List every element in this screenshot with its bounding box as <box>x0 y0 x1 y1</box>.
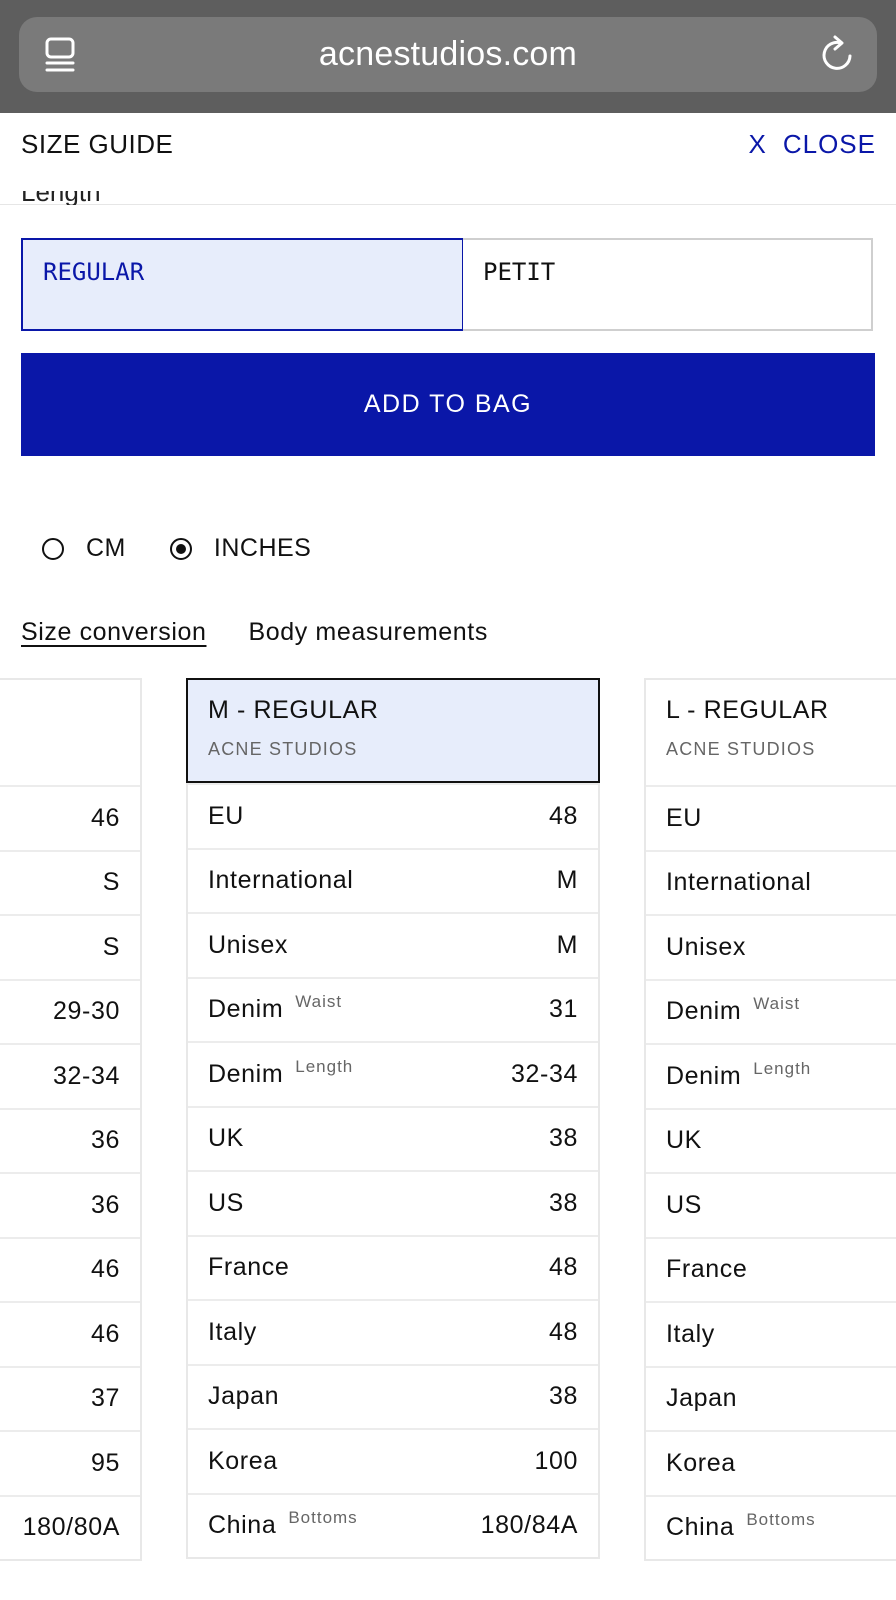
url-text[interactable]: acnestudios.com <box>19 35 877 74</box>
table-row: International M <box>188 847 598 913</box>
length-option-petit[interactable]: PETIT <box>463 238 873 331</box>
close-label[interactable]: CLOSE <box>783 129 876 159</box>
brand-label: ACNE STUDIOS <box>208 739 358 759</box>
table-row: International <box>646 849 896 915</box>
table-row: UK <box>646 1107 896 1173</box>
table-row: S <box>0 914 140 979</box>
size-column-header <box>0 680 140 785</box>
size-guide-tabs: Size conversion Body measurements <box>21 618 530 647</box>
table-row: 180/80A <box>0 1494 140 1560</box>
table-row: China Bottoms <box>646 1494 896 1560</box>
tab-size-conversion[interactable]: Size conversion <box>21 618 206 647</box>
page-title: SIZE GUIDE <box>21 129 174 159</box>
unit-option-cm[interactable]: CM <box>42 534 126 563</box>
close-button[interactable]: X CLOSE <box>749 129 877 160</box>
size-title: L - REGULAR <box>666 696 829 724</box>
length-label: Length <box>21 191 101 205</box>
table-row: Italy 48 <box>188 1299 598 1364</box>
table-row: EU <box>646 785 896 850</box>
table-row: Denim Waist <box>646 978 896 1044</box>
table-row: 36 <box>0 1172 140 1237</box>
table-row: 29-30 <box>0 978 140 1044</box>
size-column-m-regular[interactable]: M - REGULAR ACNE STUDIOS EU 48 Internatio… <box>186 678 600 1559</box>
table-row: UK 38 <box>188 1105 598 1171</box>
tab-body-measurements[interactable]: Body measurements <box>248 618 487 647</box>
table-row: US <box>646 1172 896 1237</box>
size-column-l-regular[interactable]: L - REGULAR ACNE STUDIOS EU Internationa… <box>644 678 896 1561</box>
unit-option-inches[interactable]: INCHES <box>169 534 312 563</box>
table-row: 46 <box>0 1301 140 1366</box>
table-row: 46 <box>0 1236 140 1302</box>
table-row: Korea 100 <box>188 1428 598 1493</box>
size-title: M - REGULAR <box>208 696 379 724</box>
reload-icon[interactable] <box>819 34 857 74</box>
table-row: France <box>646 1236 896 1302</box>
table-row: US 38 <box>188 1170 598 1235</box>
table-row: China Bottoms 180/84A <box>188 1492 598 1558</box>
table-row: Denim Length <box>646 1043 896 1108</box>
table-row: 36 <box>0 1107 140 1173</box>
table-row: Japan <box>646 1365 896 1431</box>
table-row: 95 <box>0 1430 140 1495</box>
table-row: 32-34 <box>0 1043 140 1108</box>
add-to-bag-button[interactable]: ADD TO BAG <box>21 353 875 456</box>
table-row: Italy <box>646 1301 896 1366</box>
table-row: France 48 <box>188 1234 598 1300</box>
size-guide-header: SIZE GUIDE X CLOSE <box>0 113 896 205</box>
brand-label: ACNE STUDIOS <box>666 739 816 759</box>
table-row: 37 <box>0 1365 140 1431</box>
table-row: 46 <box>0 785 140 850</box>
radio-cm[interactable] <box>42 537 64 560</box>
close-icon[interactable]: X <box>749 129 767 159</box>
table-row: S <box>0 849 140 915</box>
address-bar[interactable]: acnestudios.com <box>19 17 877 92</box>
table-row: Denim Waist 31 <box>188 976 598 1042</box>
size-column-s[interactable]: 46 S S 29-30 32-34 36 36 46 46 37 95 180… <box>0 678 142 1561</box>
browser-chrome: acnestudios.com <box>0 0 896 113</box>
table-row: Denim Length 32-34 <box>188 1041 598 1106</box>
table-row: Unisex <box>646 914 896 979</box>
unit-label-cm: CM <box>86 534 126 562</box>
unit-selector: CM INCHES <box>42 534 355 563</box>
radio-inches[interactable] <box>169 537 192 560</box>
table-row: Unisex M <box>188 912 598 977</box>
length-option-regular[interactable]: REGULAR <box>21 238 464 331</box>
table-row: Korea <box>646 1430 896 1495</box>
unit-label-inches: INCHES <box>213 534 312 562</box>
size-column-header[interactable]: M - REGULAR ACNE STUDIOS <box>186 678 600 783</box>
table-row: EU 48 <box>188 783 598 848</box>
size-column-header[interactable]: L - REGULAR ACNE STUDIOS <box>646 680 896 785</box>
table-row: Japan 38 <box>188 1363 598 1429</box>
